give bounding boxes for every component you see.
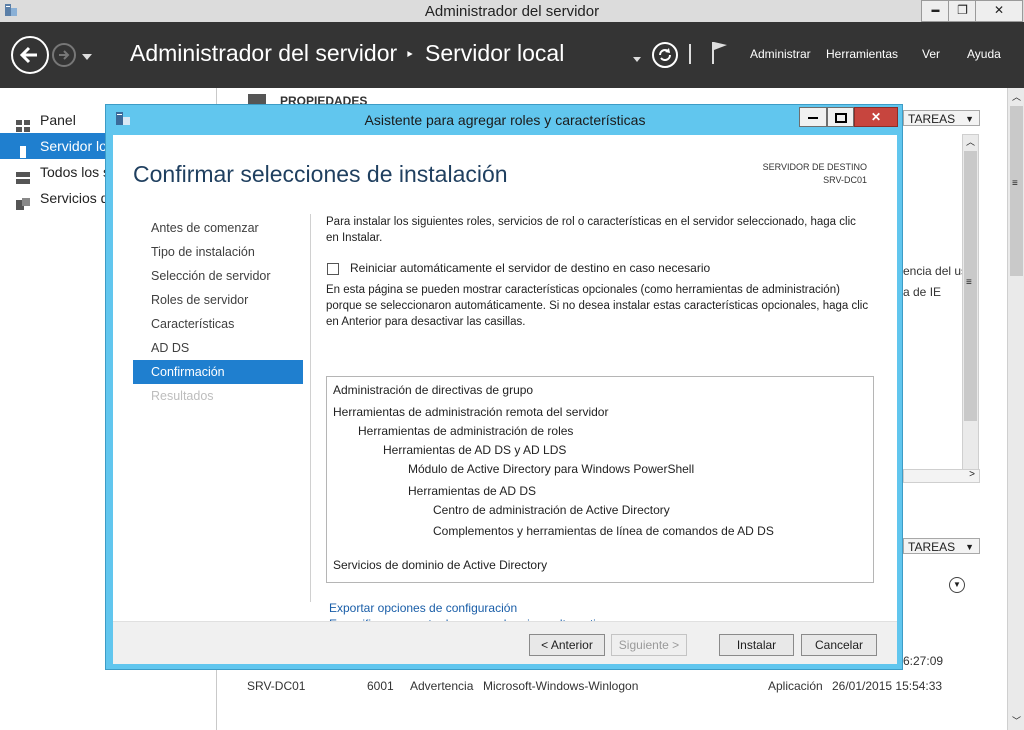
dialog-maximize-button[interactable]: [827, 107, 854, 127]
tasks-dropdown-top[interactable]: TAREAS ▼: [903, 110, 980, 126]
scroll-down-icon[interactable]: ﹀: [1012, 714, 1021, 727]
breadcrumb-separator: ‣: [405, 47, 415, 64]
maximize-icon: [834, 112, 847, 123]
breadcrumb-app[interactable]: Administrador del servidor: [130, 40, 397, 67]
intro-line-1: Para instalar los siguientes roles, serv…: [326, 216, 856, 228]
expand-circle-icon[interactable]: ▼: [949, 577, 965, 593]
properties-scrollbar[interactable]: ︿ ≡: [962, 134, 979, 470]
menu-herramientas[interactable]: Herramientas: [826, 47, 898, 61]
intro-line-2: en Instalar.: [326, 232, 383, 244]
list-item: Herramientas de administración remota de…: [333, 405, 609, 419]
properties-hscroll[interactable]: >: [903, 469, 980, 483]
step-server-selection[interactable]: Selección de servidor: [133, 264, 303, 288]
step-results: Resultados: [151, 389, 214, 403]
scroll-grip-icon: ≡: [1012, 178, 1018, 189]
next-button: Siguiente >: [611, 634, 687, 656]
previous-button[interactable]: < Anterior: [529, 634, 605, 656]
properties-partial-text-1: encia del us: [903, 264, 968, 278]
event-partial-time: 6:27:09: [903, 654, 944, 668]
back-arrow-icon[interactable]: [11, 36, 49, 74]
scroll-thumb[interactable]: [1010, 106, 1023, 276]
event-log: Aplicación: [768, 679, 823, 693]
main-scrollbar[interactable]: ︿ ≡ ﹀: [1007, 88, 1024, 730]
maximize-button[interactable]: ❐: [948, 0, 977, 22]
step-ad-ds[interactable]: AD DS: [133, 336, 303, 360]
close-button[interactable]: ✕: [975, 0, 1023, 22]
event-date: 26/01/2015 15:54:33: [832, 679, 943, 693]
scroll-up-icon[interactable]: ︿: [966, 135, 975, 148]
list-item: Complementos y herramientas de línea de …: [433, 524, 774, 538]
properties-partial-text-2: a de IE: [903, 285, 942, 299]
breadcrumb-page: Servidor local: [425, 40, 565, 66]
sidebar-item-label: Panel: [40, 112, 76, 128]
dialog-title: Asistente para agregar roles y caracterí…: [364, 112, 646, 128]
dropdown-icon[interactable]: [82, 50, 92, 60]
list-item: Servicios de dominio de Active Directory: [333, 558, 548, 572]
app-header: Administrador del servidor ‣ Servidor lo…: [0, 22, 1024, 88]
dialog-body: Confirmar selecciones de instalación SER…: [113, 135, 897, 664]
install-button[interactable]: Instalar: [719, 634, 794, 656]
forward-arrow-icon[interactable]: [52, 43, 76, 67]
list-item: Herramientas de AD DS y AD LDS: [383, 443, 567, 457]
steps-divider: [310, 214, 311, 602]
tasks-dropdown-events[interactable]: TAREAS ▼: [903, 538, 980, 554]
chevron-down-icon: ▼: [965, 542, 974, 552]
event-level: Advertencia: [410, 679, 474, 693]
scroll-up-icon[interactable]: ︿: [1012, 90, 1021, 103]
step-server-roles[interactable]: Roles de servidor: [133, 288, 303, 312]
optional-note-line-2: porque se seleccionaron automáticamente.…: [326, 300, 869, 312]
optional-note-line-3: en Anterior para desactivar las casillas…: [326, 316, 526, 328]
step-before-you-begin[interactable]: Antes de comenzar: [133, 216, 303, 240]
scroll-grip-icon: ≡: [966, 277, 972, 288]
dialog-close-button[interactable]: ✕: [854, 107, 898, 127]
refresh-icon[interactable]: [652, 42, 678, 68]
menu-ver[interactable]: Ver: [922, 47, 940, 61]
dashboard-icon: [16, 114, 30, 132]
tasks-label: TAREAS: [908, 540, 956, 554]
scroll-right-icon[interactable]: >: [969, 469, 975, 480]
properties-icon: [248, 94, 266, 104]
menu-ayuda[interactable]: Ayuda: [967, 47, 1001, 61]
list-item: Administración de directivas de grupo: [333, 383, 534, 397]
step-confirmation[interactable]: Confirmación: [133, 360, 303, 384]
step-features[interactable]: Características: [133, 312, 303, 336]
header-divider: [689, 44, 691, 64]
step-installation-type[interactable]: Tipo de instalación: [133, 240, 303, 264]
selection-listbox[interactable]: Administración de directivas de grupo He…: [326, 376, 874, 583]
event-id: 6001: [367, 679, 394, 693]
restart-checkbox-label[interactable]: Reiniciar automáticamente el servidor de…: [350, 261, 710, 277]
servers-icon: [16, 166, 30, 184]
cancel-button[interactable]: Cancelar: [801, 634, 877, 656]
export-config-link[interactable]: Exportar opciones de configuración: [329, 601, 517, 615]
dialog-footer: < Anterior Siguiente > Instalar Cancelar: [113, 621, 897, 664]
event-server: SRV-DC01: [247, 679, 306, 693]
close-icon: ✕: [870, 110, 882, 124]
minimize-icon: [808, 116, 818, 119]
list-item: Herramientas de administración de roles: [358, 424, 574, 438]
page-title: Confirmar selecciones de instalación: [133, 161, 508, 187]
destination-label: SERVIDOR DE DESTINO: [762, 162, 867, 172]
dialog-minimize-button[interactable]: [799, 107, 827, 127]
chevron-down-icon: ▼: [965, 114, 974, 124]
window-title: Administrador del servidor: [424, 3, 600, 20]
optional-note-line-1: En esta página se pueden mostrar caracte…: [326, 284, 840, 296]
destination-server: SRV-DC01: [823, 175, 867, 185]
flag-icon[interactable]: [710, 40, 730, 66]
list-item: Herramientas de AD DS: [408, 484, 537, 498]
restart-checkbox[interactable]: [327, 263, 339, 275]
menu-administrar[interactable]: Administrar: [750, 47, 811, 61]
tasks-label: TAREAS: [908, 112, 956, 126]
event-source: Microsoft-Windows-Winlogon: [483, 679, 639, 693]
add-roles-wizard-dialog: Asistente para agregar roles y caracterí…: [105, 104, 903, 670]
minimize-button[interactable]: ▬: [921, 0, 950, 22]
window-titlebar: Administrador del servidor ▬ ❐ ✕: [0, 0, 1024, 23]
server-icon: [16, 140, 30, 158]
list-item: Módulo de Active Directory para Windows …: [408, 462, 695, 476]
refresh-dropdown-icon[interactable]: [633, 52, 641, 62]
list-item: Centro de administración de Active Direc…: [433, 503, 670, 517]
storage-icon: [16, 192, 30, 210]
